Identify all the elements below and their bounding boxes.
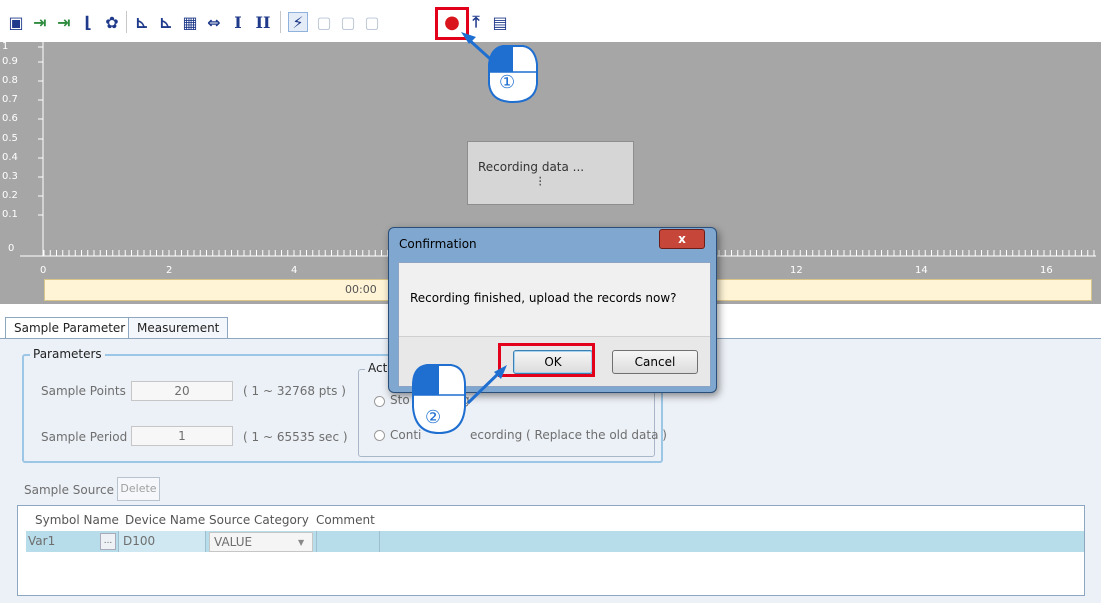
table-row[interactable]: Var1 ... D100 VALUE ▼: [26, 531, 1084, 552]
step-1-label: ①: [499, 72, 516, 93]
axis-icon[interactable]: ⊾: [132, 12, 152, 32]
close-icon[interactable]: x: [659, 229, 705, 249]
cancel-button[interactable]: Cancel: [612, 350, 698, 374]
dialog-message: Recording finished, upload the records n…: [410, 291, 677, 305]
sample-period-label: Sample Period: [41, 430, 128, 444]
x-tick: 14: [915, 265, 928, 276]
export-icon[interactable]: ⇥: [54, 12, 74, 32]
toolbar-separator: [280, 11, 281, 33]
continue-recording-radio[interactable]: [374, 430, 385, 441]
horizontal-cursor-icon[interactable]: ⇔: [204, 12, 224, 32]
import-icon[interactable]: ⇥: [30, 12, 50, 32]
source-category-select[interactable]: VALUE ▼: [209, 532, 313, 552]
column-header-symbol-name[interactable]: Symbol Name: [35, 513, 119, 527]
fit-icon[interactable]: ▢: [362, 12, 382, 32]
tab-measurement[interactable]: Measurement: [128, 317, 229, 339]
sample-points-input[interactable]: 20: [131, 381, 233, 401]
column-header-device-name[interactable]: Device Name: [125, 513, 205, 527]
zoom-icon[interactable]: ▢: [314, 12, 334, 32]
step-2-label: ②: [425, 407, 442, 428]
callout-step-2: [412, 364, 507, 435]
comment-cell[interactable]: [316, 531, 380, 552]
sample-period-range: ( 1 ~ 65535 sec ): [243, 430, 348, 444]
chevron-down-icon: ▼: [298, 538, 305, 547]
auto-scale-icon[interactable]: ⚡: [288, 12, 308, 32]
sample-points-range: ( 1 ~ 32768 pts ): [243, 384, 346, 398]
sample-period-input[interactable]: 1: [131, 426, 233, 446]
save-icon[interactable]: ▣: [6, 12, 26, 32]
column-header-comment[interactable]: Comment: [316, 513, 375, 527]
source-category-value: VALUE: [214, 535, 253, 549]
toolbar: ▣ ⇥ ⇥ ⌊ ✿ ⊾ ⊾ ▦ ⇔ I II ⚡ ▢ ▢ ▢ ● ⤒ ▤: [0, 0, 1101, 42]
sample-source-label: Sample Source: [24, 483, 115, 497]
dual-cursor-icon[interactable]: II: [250, 12, 276, 32]
sample-points-label: Sample Points: [41, 384, 126, 398]
delete-button[interactable]: Delete: [117, 477, 160, 501]
x-tick: 4: [291, 265, 298, 276]
x-tick: 0: [40, 265, 47, 276]
callout-step-1: [461, 32, 538, 104]
column-header-source-category[interactable]: Source Category: [209, 513, 309, 527]
browse-button[interactable]: ...: [100, 533, 116, 550]
device-name-cell[interactable]: D100: [123, 534, 155, 548]
zoom-out-icon[interactable]: ▢: [338, 12, 358, 32]
stop-recording-radio[interactable]: [374, 396, 385, 407]
toolbar-separator: [126, 11, 127, 33]
dialog-title: Confirmation: [399, 237, 477, 251]
time-label: 00:00: [345, 283, 377, 296]
parameters-group-title: Parameters: [30, 347, 105, 361]
loading-spinner-icon: ⁝: [538, 174, 543, 190]
x-tick: 2: [166, 265, 173, 276]
gear-icon[interactable]: ✿: [102, 12, 122, 32]
single-cursor-icon[interactable]: I: [228, 12, 248, 32]
recording-status-text: Recording data ...: [478, 160, 585, 174]
chart-settings-icon[interactable]: ⌊: [78, 12, 98, 32]
x-tick: 16: [1040, 265, 1053, 276]
tab-sample-parameter[interactable]: Sample Parameter: [5, 317, 135, 339]
axis-alt-icon[interactable]: ⊾: [156, 12, 176, 32]
sample-source-table: Symbol Name Device Name Source Category …: [17, 505, 1085, 596]
grid-icon[interactable]: ▦: [180, 12, 200, 32]
symbol-name-cell[interactable]: Var1: [28, 534, 55, 548]
x-tick: 12: [790, 265, 803, 276]
recording-status-box: Recording data ... ⁝: [467, 141, 634, 205]
